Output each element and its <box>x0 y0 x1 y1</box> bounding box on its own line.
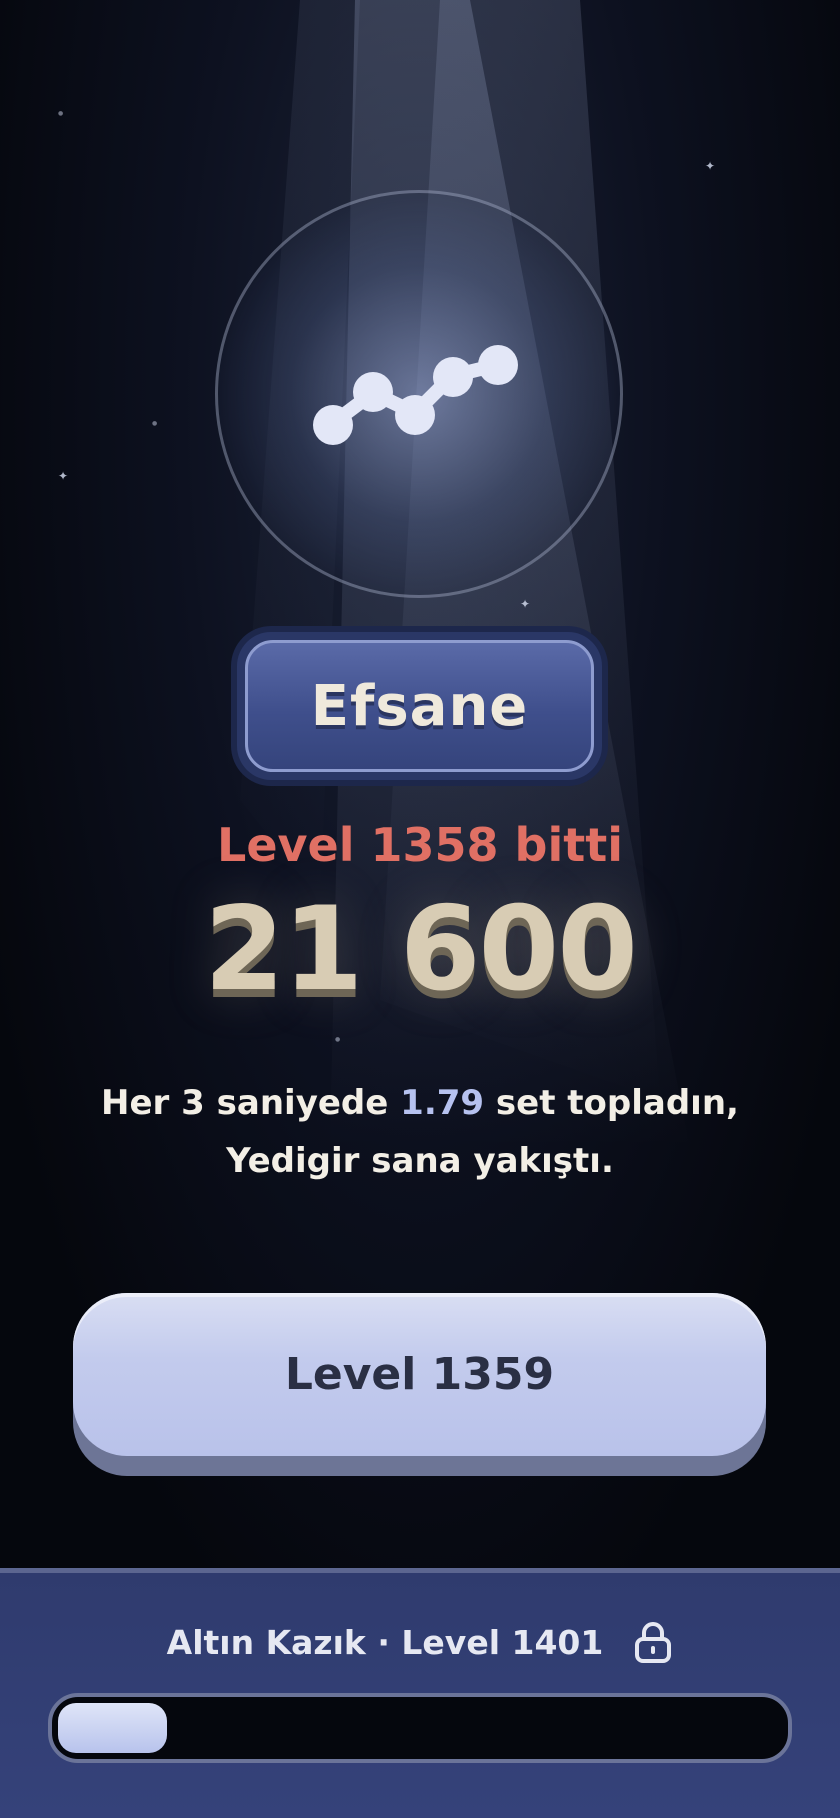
rank-emblem <box>215 190 623 598</box>
rank-label: Efsane <box>310 673 529 739</box>
chain-icon <box>313 345 518 445</box>
message-highlight-rate: 1.79 <box>400 1083 485 1123</box>
goal-label: Altın Kazık · Level 1401 <box>166 1622 604 1662</box>
rank-badge: Efsane <box>237 632 602 780</box>
result-message-line2: Yedigir sana yakıştı. <box>226 1141 614 1181</box>
next-level-button[interactable]: Level 1359 <box>73 1293 766 1476</box>
lock-icon <box>635 1622 672 1663</box>
star-decoration: ● <box>335 1036 341 1043</box>
score-value: 21 600 <box>204 882 638 1017</box>
star-decoration: ● <box>58 110 64 117</box>
star-decoration: ✦ <box>58 469 69 483</box>
goal-progress-fill <box>58 1703 167 1753</box>
result-message: Her 3 saniyede 1.79 set topladın, Yedigi… <box>0 1074 840 1190</box>
star-decoration: ● <box>152 420 158 427</box>
goal-row: Altın Kazık · Level 1401 <box>0 1621 840 1663</box>
message-suffix: set topladın, <box>484 1083 739 1123</box>
goal-panel: Altın Kazık · Level 1401 <box>0 1568 840 1818</box>
level-complete-title: Level 1358 bitti <box>217 818 623 872</box>
result-message-line1: Her 3 saniyede 1.79 set topladın, <box>0 1074 840 1132</box>
result-scene: ● ✦ ● ✦ ✦ ● ● Efsane Level 1358 bitti 21… <box>0 0 840 1568</box>
message-prefix: Her 3 saniyede <box>101 1083 401 1123</box>
star-decoration: ✦ <box>705 159 716 173</box>
goal-progress-bar <box>48 1693 792 1763</box>
next-level-label: Level 1359 <box>284 1349 555 1400</box>
